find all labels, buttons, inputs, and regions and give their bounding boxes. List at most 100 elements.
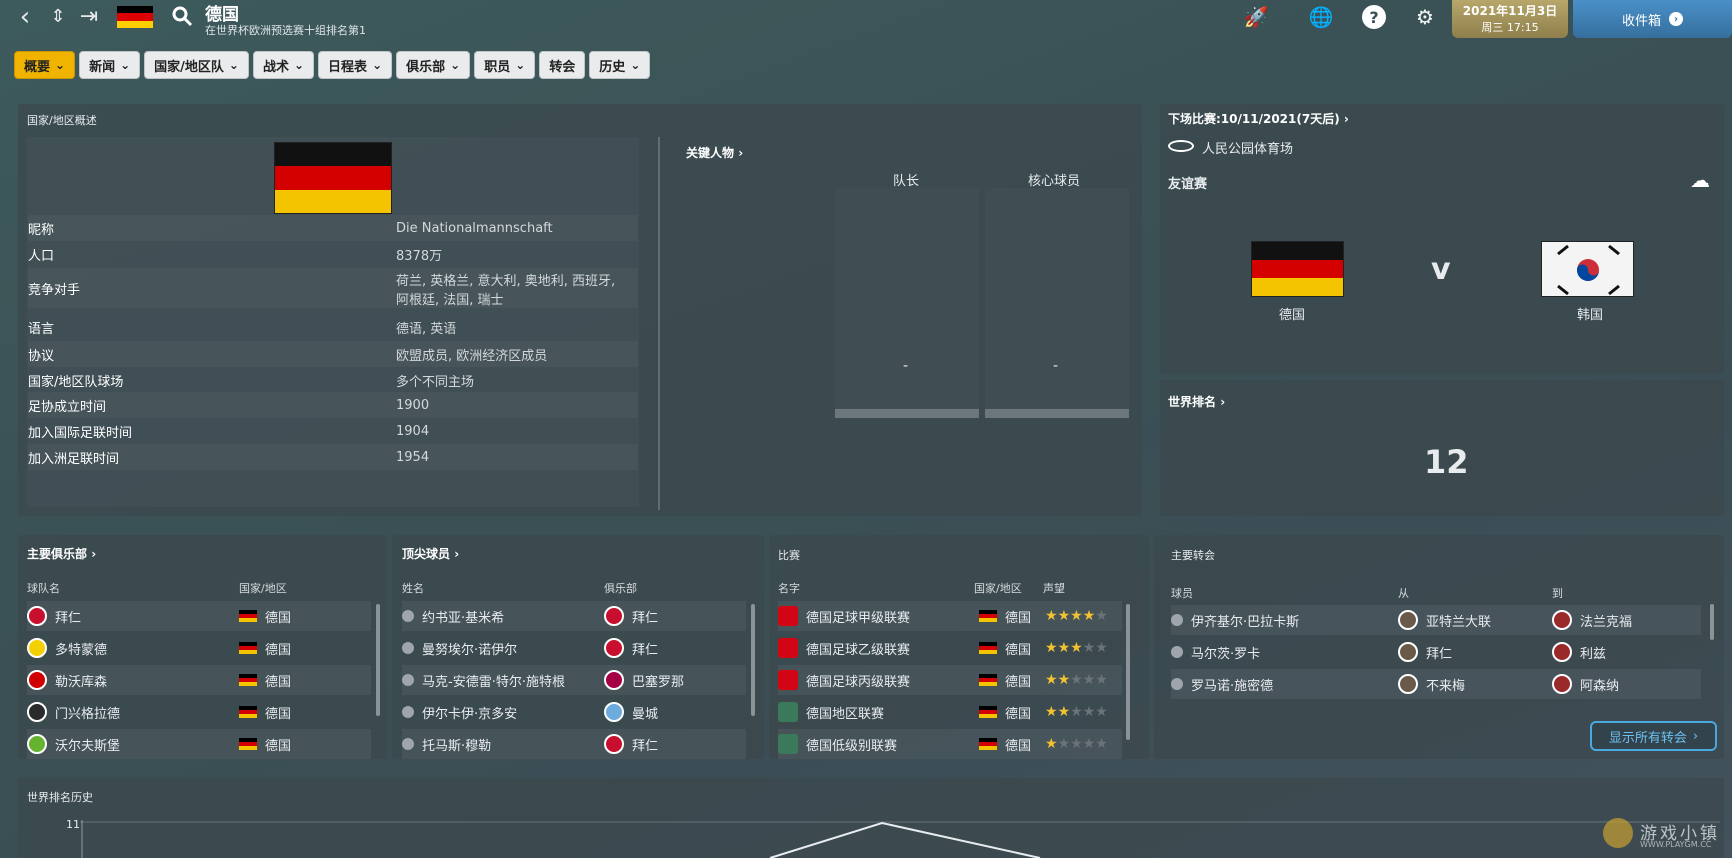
world-rank-link[interactable]: 世界排名 ›: [1168, 393, 1225, 410]
list-item[interactable]: 德国足球乙级联赛 德国 ★★★★★: [778, 633, 1122, 663]
tab-1[interactable]: 新闻 ⌄: [79, 51, 141, 79]
list-item[interactable]: 多特蒙德 德国: [27, 633, 371, 663]
transfer-from[interactable]: 不来梅: [1426, 675, 1465, 694]
player-name[interactable]: 托马斯·穆勒: [422, 735, 491, 754]
list-item[interactable]: 曼努埃尔·诺伊尔 拜仁: [402, 633, 746, 663]
transfer-to[interactable]: 利兹: [1580, 643, 1606, 662]
tab-6[interactable]: 职员 ⌄: [474, 51, 536, 79]
transfer-to[interactable]: 法兰克福: [1580, 611, 1632, 630]
league-logo-icon: [778, 734, 798, 754]
search-icon[interactable]: [171, 5, 193, 27]
transfer-from[interactable]: 拜仁: [1426, 643, 1452, 662]
transfer-from[interactable]: 亚特兰大联: [1426, 611, 1491, 630]
reputation-stars: ★★★★★: [1045, 608, 1108, 624]
player-club[interactable]: 拜仁: [632, 735, 658, 754]
clubs-link[interactable]: 主要俱乐部 ›: [27, 545, 96, 562]
tab-8[interactable]: 历史 ⌄: [589, 51, 651, 79]
tab-5[interactable]: 俱乐部 ⌄: [396, 51, 471, 79]
player-name[interactable]: 约书亚·基米希: [422, 607, 504, 626]
next-match-link[interactable]: 下场比赛:10/11/2021(7天后) ›: [1168, 110, 1349, 127]
star-icon: ★: [1082, 640, 1096, 656]
transfer-player[interactable]: 伊齐基尔·巴拉卡斯: [1191, 611, 1299, 630]
list-item[interactable]: 德国足球甲级联赛 德国 ★★★★★: [778, 601, 1122, 631]
arrow-right-icon: ›: [1669, 12, 1683, 26]
list-item[interactable]: 勒沃库森 德国: [27, 665, 371, 695]
competition-name[interactable]: 德国足球乙级联赛: [806, 639, 910, 658]
league-logo-icon: [778, 638, 798, 658]
up-down-icon[interactable]: ⇕: [44, 0, 72, 34]
club-badge-icon: [604, 606, 624, 626]
club-name[interactable]: 拜仁: [55, 607, 81, 626]
tab-2[interactable]: 国家/地区队 ⌄: [144, 51, 249, 79]
tab-4[interactable]: 日程表 ⌄: [318, 51, 393, 79]
club-name[interactable]: 门兴格拉德: [55, 703, 120, 722]
versus-label: v: [1431, 252, 1451, 287]
list-item[interactable]: 拜仁 德国: [27, 601, 371, 631]
date-display[interactable]: 2021年11月3日 周三 17:15: [1452, 0, 1568, 38]
gear-icon[interactable]: ⚙: [1410, 2, 1440, 32]
help-icon[interactable]: ?: [1362, 5, 1386, 29]
competition-name[interactable]: 德国低级别联赛: [806, 735, 897, 754]
clubs-scrollbar[interactable]: [376, 604, 380, 716]
club-name[interactable]: 多特蒙德: [55, 639, 107, 658]
list-item[interactable]: 约书亚·基米希 拜仁: [402, 601, 746, 631]
transfers-label: 主要转会: [1171, 549, 1215, 562]
globe-icon[interactable]: 🌐: [1306, 2, 1336, 32]
person-icon: [402, 706, 414, 718]
transfers-col-to: 到: [1552, 587, 1563, 600]
rank-history-label: 世界排名历史: [27, 791, 93, 804]
list-item[interactable]: 马克-安德雷·特尔·施特根 巴塞罗那: [402, 665, 746, 695]
player-club[interactable]: 曼城: [632, 703, 658, 722]
player-name[interactable]: 伊尔卡伊·京多安: [422, 703, 517, 722]
competitions-scrollbar[interactable]: [1126, 604, 1130, 740]
core-player-value: -: [1053, 358, 1059, 374]
list-item[interactable]: 德国低级别联赛 德国 ★★★★★: [778, 729, 1122, 759]
transfer-to[interactable]: 阿森纳: [1580, 675, 1619, 694]
show-all-transfers-button[interactable]: 显示所有转会 ›: [1590, 721, 1717, 751]
list-item[interactable]: 沃尔夫斯堡 德国: [27, 729, 371, 759]
key-people-link[interactable]: 关键人物 ›: [686, 144, 743, 161]
tab-3[interactable]: 战术 ⌄: [252, 51, 315, 79]
players-link[interactable]: 顶尖球员 ›: [402, 545, 459, 562]
player-club[interactable]: 巴塞罗那: [632, 671, 684, 690]
rocket-icon[interactable]: 🚀: [1241, 2, 1271, 32]
list-item[interactable]: 门兴格拉德 德国: [27, 697, 371, 727]
list-item[interactable]: 马尔茨·罗卡 拜仁 利兹: [1171, 637, 1701, 667]
overview-value: Die Nationalmannschaft: [396, 220, 553, 236]
list-item[interactable]: 德国足球丙级联赛 德国 ★★★★★: [778, 665, 1122, 695]
competition-name[interactable]: 德国足球甲级联赛: [806, 607, 910, 626]
overview-key: 协议: [28, 348, 55, 364]
list-item[interactable]: 伊尔卡伊·京多安 曼城: [402, 697, 746, 727]
star-icon: ★: [1070, 608, 1083, 624]
rank-history-chart: [80, 820, 1720, 858]
club-badge-icon: [604, 670, 624, 690]
players-scrollbar[interactable]: [751, 604, 755, 716]
list-item[interactable]: 罗马诺·施密德 不来梅 阿森纳: [1171, 669, 1701, 699]
tab-0[interactable]: 概要 ⌄: [14, 51, 76, 79]
list-item[interactable]: 托马斯·穆勒 拜仁: [402, 729, 746, 759]
competition-name[interactable]: 德国足球丙级联赛: [806, 671, 910, 690]
overview-row: 语言 德语, 英语: [28, 314, 638, 340]
player-club[interactable]: 拜仁: [632, 607, 658, 626]
back-icon[interactable]: ‹: [10, 0, 40, 34]
home-team-name[interactable]: 德国: [1279, 304, 1305, 323]
inbox-button[interactable]: 收件箱 ›: [1573, 0, 1732, 38]
competition-name[interactable]: 德国地区联赛: [806, 703, 884, 722]
transfers-scrollbar[interactable]: [1710, 604, 1714, 640]
list-item[interactable]: 德国地区联赛 德国 ★★★★★: [778, 697, 1122, 727]
tab-7[interactable]: 转会: [539, 51, 586, 79]
club-badge-icon: [1398, 674, 1418, 694]
overview-row: 足协成立时间 1900: [28, 392, 638, 418]
transfer-player[interactable]: 罗马诺·施密德: [1191, 675, 1273, 694]
player-club[interactable]: 拜仁: [632, 639, 658, 658]
player-name[interactable]: 马克-安德雷·特尔·施特根: [422, 671, 565, 690]
forward-icon[interactable]: ⇥: [76, 0, 102, 34]
person-icon: [402, 674, 414, 686]
transfer-player[interactable]: 马尔茨·罗卡: [1191, 643, 1260, 662]
list-item[interactable]: 伊齐基尔·巴拉卡斯 亚特兰大联 法兰克福: [1171, 605, 1701, 635]
club-name[interactable]: 沃尔夫斯堡: [55, 735, 120, 754]
club-badge-icon: [27, 734, 47, 754]
player-name[interactable]: 曼努埃尔·诺伊尔: [422, 639, 517, 658]
club-name[interactable]: 勒沃库森: [55, 671, 107, 690]
away-team-name[interactable]: 韩国: [1577, 304, 1603, 323]
